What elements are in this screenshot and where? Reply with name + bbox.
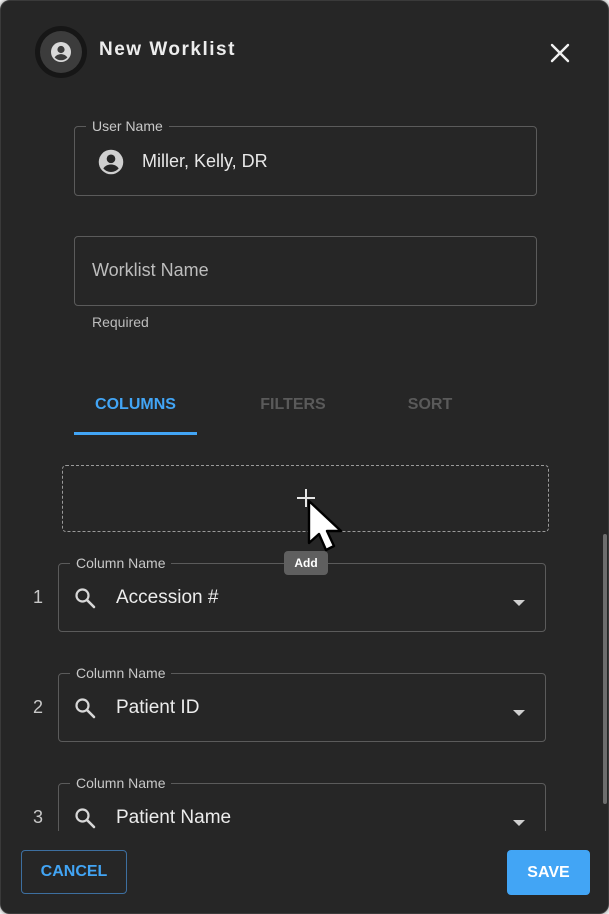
search-icon xyxy=(73,806,97,831)
search-icon xyxy=(73,586,97,615)
close-button[interactable] xyxy=(545,38,575,68)
column-name-label: Column Name xyxy=(70,664,172,682)
chevron-down-icon[interactable] xyxy=(512,704,526,722)
column-select[interactable]: Column Name Patient Name xyxy=(58,774,546,831)
column-select[interactable]: Column Name Patient ID xyxy=(58,664,546,742)
column-value: Patient ID xyxy=(116,697,200,718)
cancel-button[interactable]: CANCEL xyxy=(21,850,127,894)
tab-columns[interactable]: COLUMNS xyxy=(74,396,197,414)
save-button[interactable]: SAVE xyxy=(507,850,590,895)
header-avatar xyxy=(35,26,87,78)
column-row-number: 3 xyxy=(33,807,44,827)
new-worklist-dialog: New Worklist User Name Miller, Kelly, DR… xyxy=(0,0,609,914)
column-value: Patient Name xyxy=(116,807,232,828)
user-name-label: User Name xyxy=(86,117,169,135)
column-name-label: Column Name xyxy=(70,774,172,792)
column-row-number: 1 xyxy=(33,587,44,607)
column-value: Accession # xyxy=(116,587,219,608)
active-tab-indicator xyxy=(74,432,197,435)
worklist-name-helper: Required xyxy=(92,314,149,330)
close-icon xyxy=(550,43,570,63)
account-circle-icon xyxy=(40,31,82,73)
account-circle-icon xyxy=(97,148,125,181)
column-name-label: Column Name xyxy=(70,554,172,572)
user-name-value: Miller, Kelly, DR xyxy=(142,151,268,171)
worklist-name-placeholder: Worklist Name xyxy=(92,260,209,280)
worklist-name-input[interactable]: Worklist Name xyxy=(74,236,537,306)
tab-sort[interactable]: SORT xyxy=(371,396,489,414)
search-icon xyxy=(73,696,97,725)
tab-filters[interactable]: FILTERS xyxy=(229,396,357,414)
scrollbar[interactable] xyxy=(603,534,607,804)
user-name-field[interactable]: User Name Miller, Kelly, DR xyxy=(74,117,537,196)
mouse-cursor-icon xyxy=(307,499,343,552)
column-row-number: 2 xyxy=(33,697,44,717)
chevron-down-icon[interactable] xyxy=(512,594,526,612)
dialog-content: New Worklist User Name Miller, Kelly, DR… xyxy=(1,1,608,831)
chevron-down-icon[interactable] xyxy=(512,814,526,831)
dialog-footer: CANCEL SAVE xyxy=(1,831,608,913)
dialog-title: New Worklist xyxy=(99,39,236,60)
